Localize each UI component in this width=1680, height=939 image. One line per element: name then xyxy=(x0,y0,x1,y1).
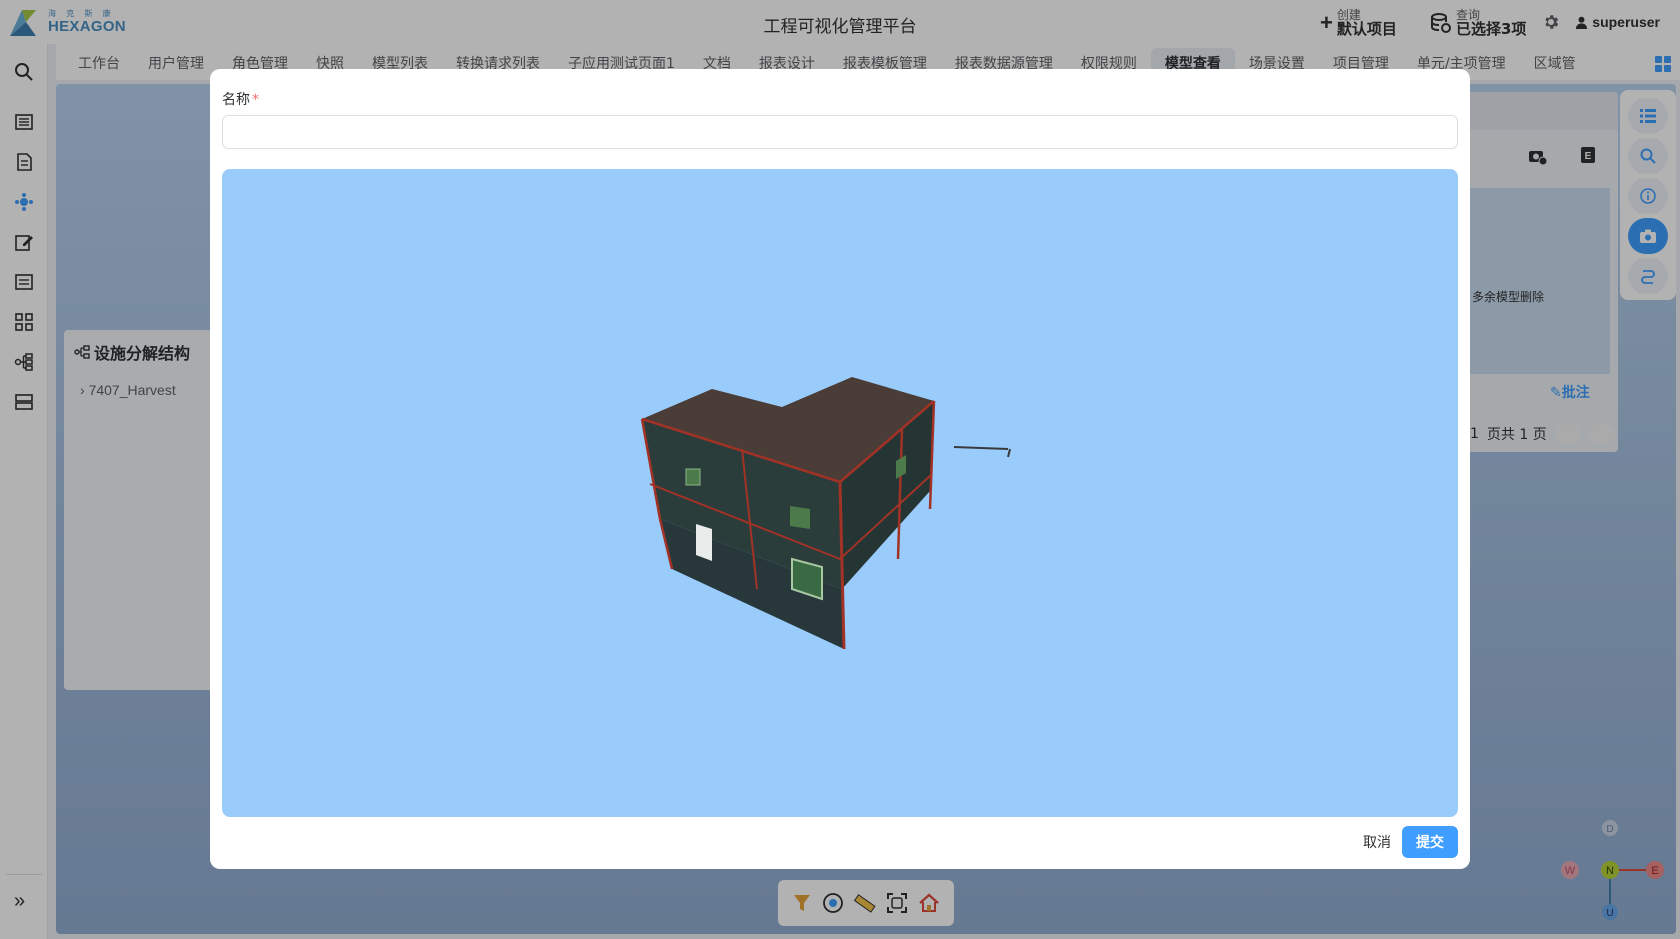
submit-button[interactable]: 提交 xyxy=(1402,826,1458,858)
name-label-text: 名称 xyxy=(222,92,250,108)
required-mark: * xyxy=(252,92,259,108)
snapshot-preview-viewport[interactable] xyxy=(222,169,1458,817)
name-input[interactable] xyxy=(222,115,1458,149)
name-field-label: 名称 * xyxy=(222,89,259,109)
building-model-render xyxy=(640,377,1011,650)
cancel-button[interactable]: 取消 xyxy=(1350,826,1404,858)
snapshot-save-dialog: 名称 * 取消 提交 xyxy=(210,69,1470,869)
